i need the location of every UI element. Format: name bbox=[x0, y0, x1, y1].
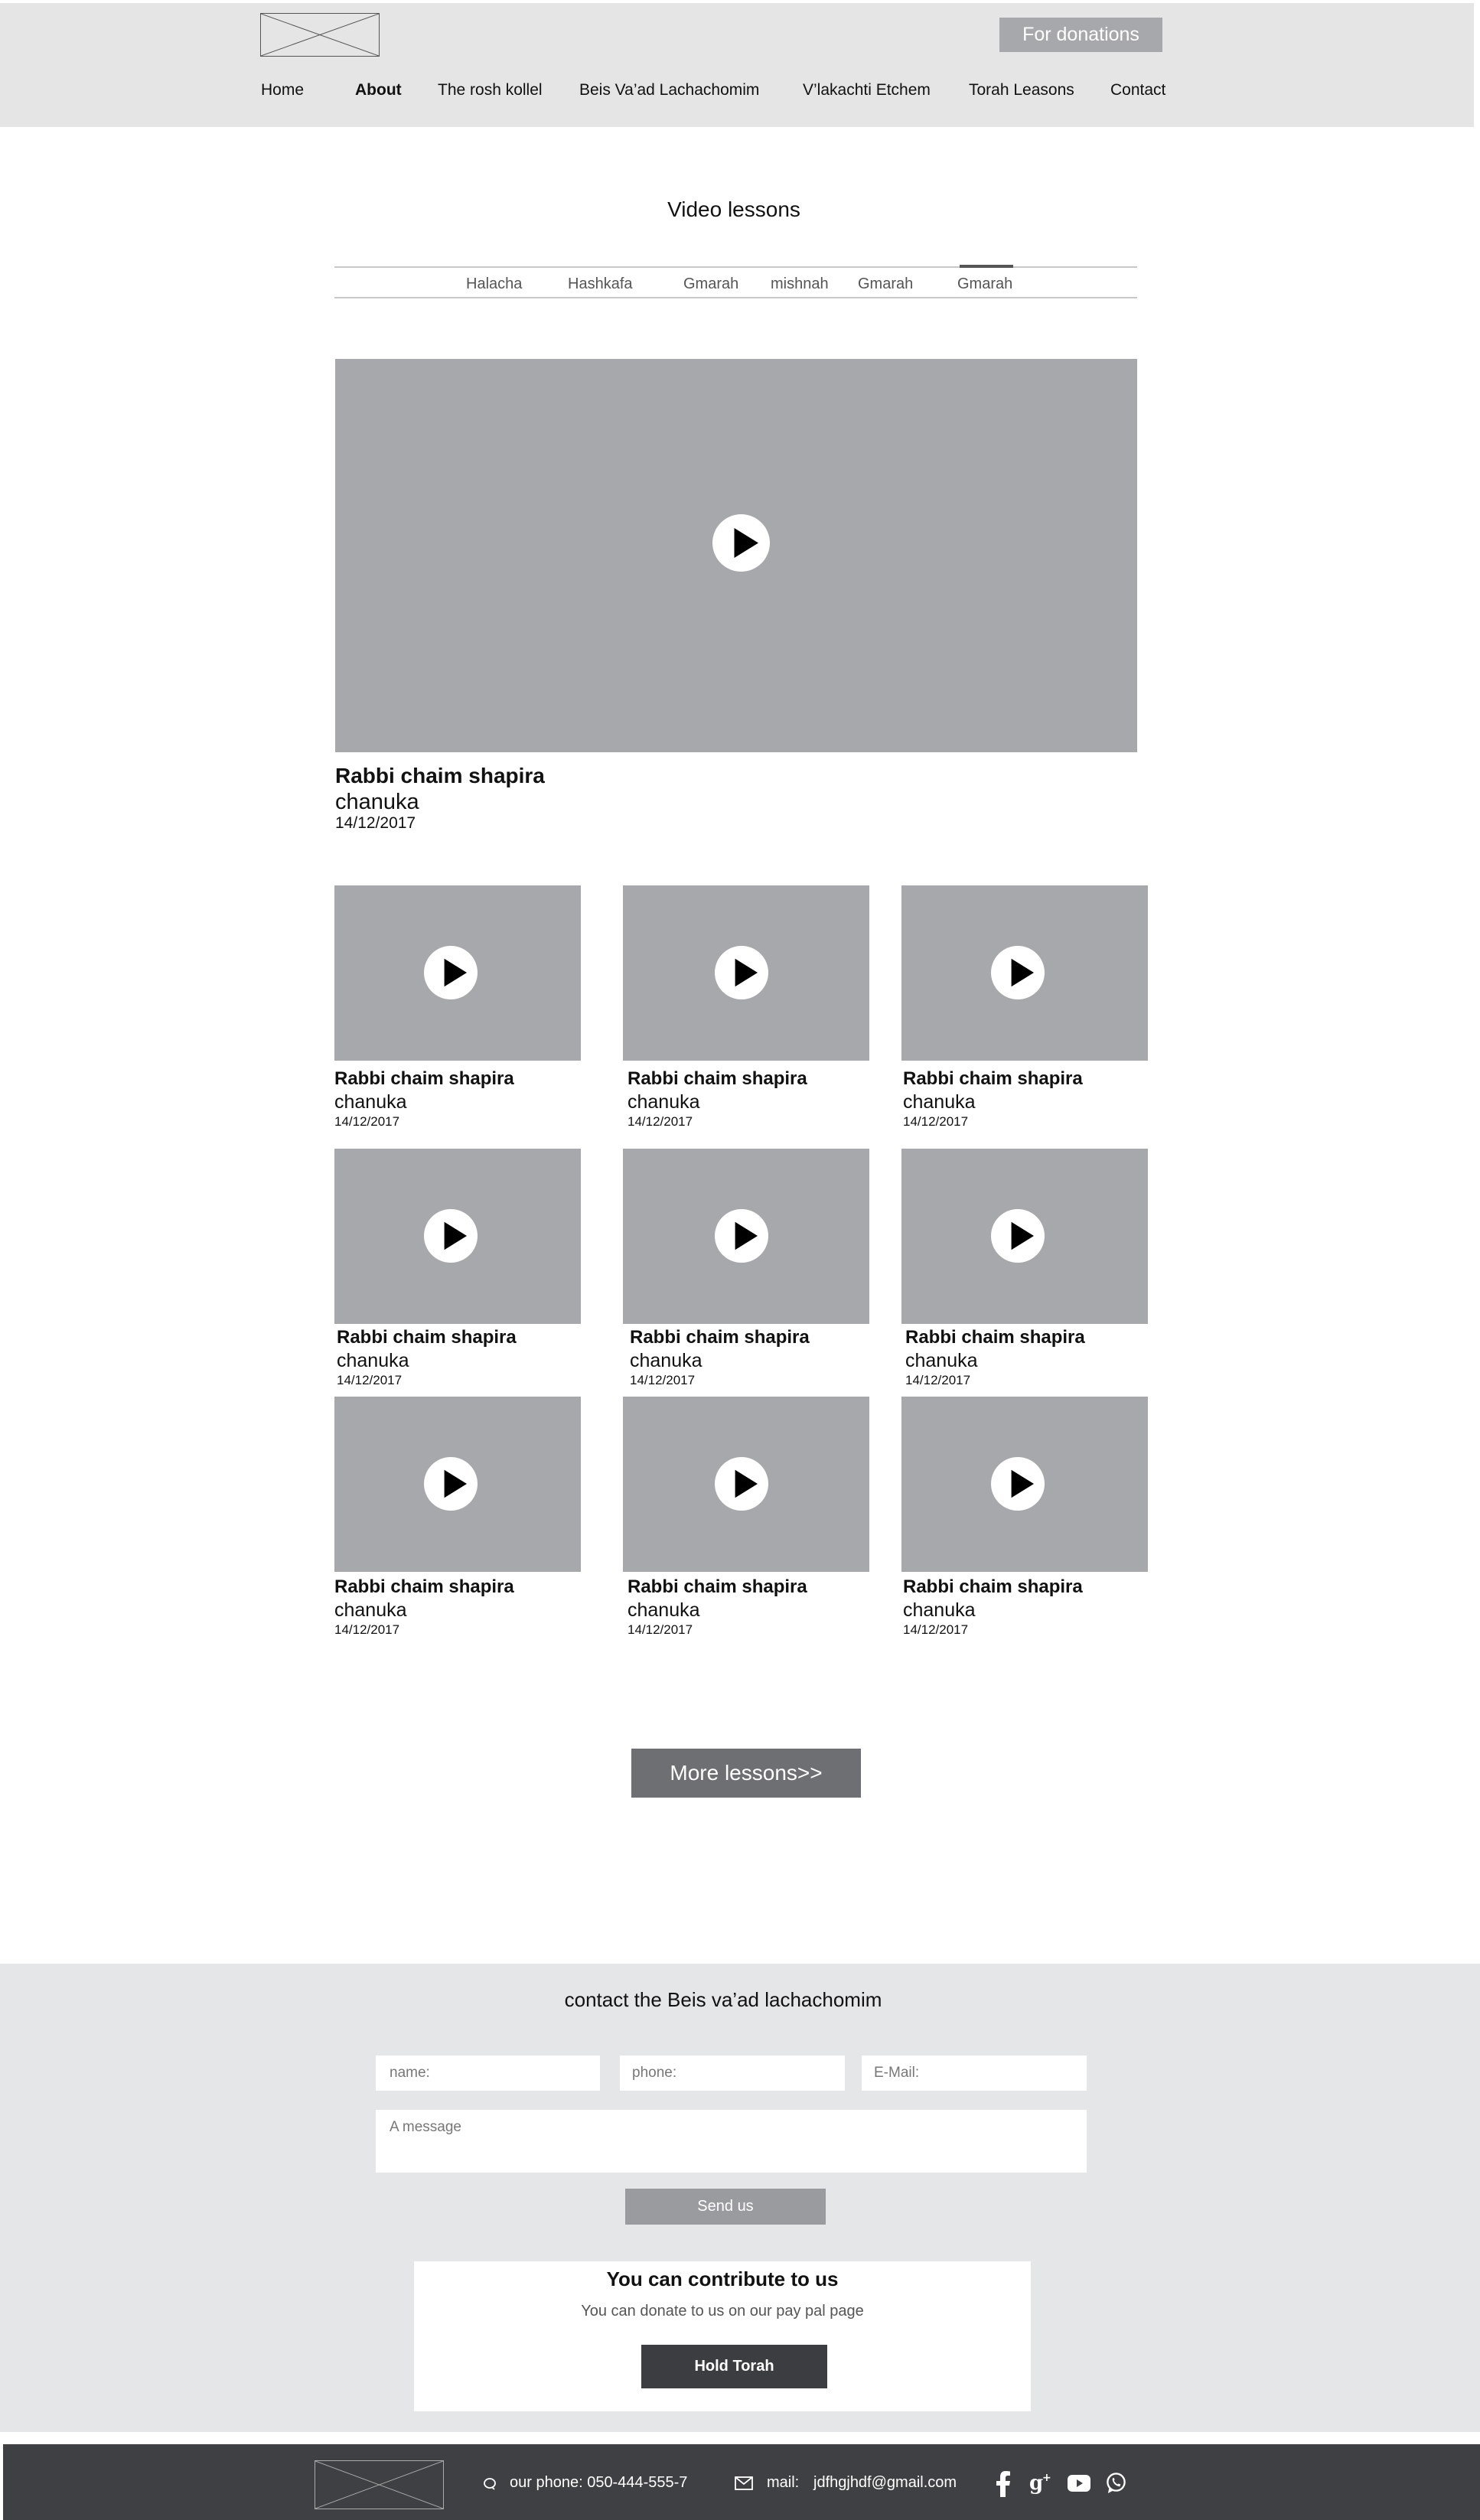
email-field[interactable]: E-Mail: bbox=[862, 2055, 1087, 2091]
tab-gmarah-2[interactable]: Gmarah bbox=[858, 275, 913, 293]
tab-halacha[interactable]: Halacha bbox=[466, 275, 522, 293]
tab-hashkafa[interactable]: Hashkafa bbox=[568, 275, 633, 293]
video-date: 14/12/2017 bbox=[337, 1373, 403, 1387]
video-author: Rabbi chaim shapira bbox=[334, 1576, 514, 1597]
video-author: Rabbi chaim shapira bbox=[630, 1327, 810, 1348]
nav-torah-leasons[interactable]: Torah Leasons bbox=[969, 81, 1074, 99]
video-topic: chanuka bbox=[337, 1350, 409, 1371]
svg-text:g: g bbox=[1029, 2472, 1043, 2494]
footer-mail-value[interactable]: jdfhgjhdf@gmail.com bbox=[813, 2474, 957, 2492]
google-plus-icon[interactable]: g + bbox=[1029, 2471, 1052, 2494]
video-date: 14/12/2017 bbox=[334, 1622, 400, 1637]
phone-field[interactable]: phone: bbox=[620, 2055, 845, 2091]
video-author: Rabbi chaim shapira bbox=[337, 1327, 517, 1348]
video-date: 14/12/2017 bbox=[628, 1622, 693, 1637]
play-icon[interactable] bbox=[424, 1457, 478, 1511]
video-topic: chanuka bbox=[905, 1350, 978, 1371]
video-date: 14/12/2017 bbox=[628, 1114, 693, 1129]
nav-about[interactable]: About bbox=[355, 81, 402, 99]
video-topic: chanuka bbox=[903, 1599, 976, 1621]
video-date: 14/12/2017 bbox=[905, 1373, 971, 1387]
site-header bbox=[0, 3, 1474, 127]
whatsapp-icon[interactable] bbox=[1105, 2472, 1127, 2494]
tab-divider-bottom bbox=[334, 297, 1137, 298]
video-author: Rabbi chaim shapira bbox=[628, 1576, 807, 1597]
play-icon[interactable] bbox=[991, 946, 1045, 999]
nav-home[interactable]: Home bbox=[261, 81, 304, 99]
mail-icon bbox=[735, 2476, 753, 2490]
donations-button[interactable]: For donations bbox=[999, 18, 1162, 52]
footer-phone: our phone: 050-444-555-7 bbox=[510, 2474, 688, 2491]
play-icon[interactable] bbox=[712, 514, 770, 572]
tab-gmarah-1[interactable]: Gmarah bbox=[683, 275, 738, 293]
video-topic: chanuka bbox=[903, 1091, 976, 1113]
play-icon[interactable] bbox=[715, 1209, 768, 1263]
tab-gmarah-3[interactable]: Gmarah bbox=[957, 275, 1012, 293]
facebook-icon[interactable] bbox=[996, 2471, 1010, 2497]
video-date: 14/12/2017 bbox=[903, 1114, 969, 1129]
site-logo[interactable] bbox=[260, 13, 380, 57]
video-date: 14/12/2017 bbox=[903, 1622, 969, 1637]
play-icon[interactable] bbox=[715, 946, 768, 999]
svg-text:+: + bbox=[1042, 2472, 1051, 2484]
video-topic: chanuka bbox=[334, 1091, 407, 1113]
video-topic: chanuka bbox=[630, 1350, 703, 1371]
phone-chat-icon bbox=[482, 2476, 497, 2492]
hold-torah-button[interactable]: Hold Torah bbox=[641, 2345, 827, 2388]
video-topic: chanuka bbox=[334, 1599, 407, 1621]
video-date: 14/12/2017 bbox=[630, 1373, 696, 1387]
video-topic: chanuka bbox=[628, 1091, 700, 1113]
send-button[interactable]: Send us bbox=[625, 2189, 826, 2225]
contribute-text: You can donate to us on our pay pal page bbox=[581, 2303, 864, 2320]
active-tab-indicator bbox=[960, 265, 1013, 268]
page-title: Video lessons bbox=[667, 197, 800, 221]
video-date: 14/12/2017 bbox=[334, 1114, 400, 1129]
play-icon[interactable] bbox=[424, 946, 478, 999]
featured-video-date: 14/12/2017 bbox=[335, 814, 416, 832]
featured-video-author: Rabbi chaim shapira bbox=[335, 764, 545, 787]
play-icon[interactable] bbox=[991, 1209, 1045, 1263]
footer-mail-label: mail: bbox=[767, 2474, 800, 2491]
tab-divider-top bbox=[334, 266, 1137, 268]
video-author: Rabbi chaim shapira bbox=[334, 1068, 514, 1089]
play-icon[interactable] bbox=[715, 1457, 768, 1511]
tab-mishnah[interactable]: mishnah bbox=[771, 275, 829, 293]
name-field[interactable]: name: bbox=[376, 2055, 600, 2091]
nav-contact[interactable]: Contact bbox=[1110, 81, 1165, 99]
nav-beis-vaad[interactable]: Beis Va’ad Lachachomim bbox=[579, 81, 759, 99]
video-author: Rabbi chaim shapira bbox=[905, 1327, 1085, 1348]
footer-logo bbox=[315, 2460, 444, 2509]
contribute-title: You can contribute to us bbox=[606, 2267, 839, 2290]
youtube-icon[interactable] bbox=[1068, 2474, 1090, 2492]
nav-rosh-kollel[interactable]: The rosh kollel bbox=[438, 81, 543, 99]
play-icon[interactable] bbox=[424, 1209, 478, 1263]
message-field[interactable]: A message bbox=[376, 2110, 1087, 2173]
video-topic: chanuka bbox=[628, 1599, 700, 1621]
video-author: Rabbi chaim shapira bbox=[628, 1068, 807, 1089]
nav-vlakachti[interactable]: V’lakachti Etchem bbox=[803, 81, 931, 99]
more-lessons-button[interactable]: More lessons>> bbox=[631, 1749, 861, 1798]
video-author: Rabbi chaim shapira bbox=[903, 1576, 1083, 1597]
contact-title: contact the Beis va’ad lachachomim bbox=[564, 1988, 882, 2011]
featured-video-topic: chanuka bbox=[335, 790, 419, 814]
video-author: Rabbi chaim shapira bbox=[903, 1068, 1083, 1089]
play-icon[interactable] bbox=[991, 1457, 1045, 1511]
